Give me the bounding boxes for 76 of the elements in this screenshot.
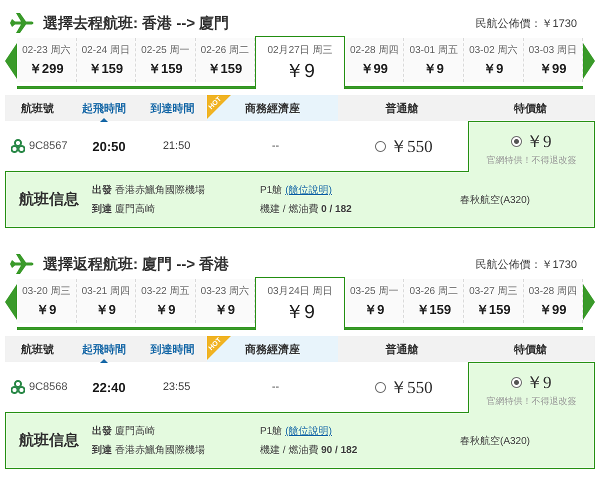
section-title: 選擇去程航班: 香港 --> 廈門 [43,14,230,32]
column-header[interactable]: 起飛時間 [82,100,126,116]
plane-icon [9,13,35,33]
column-header[interactable]: 到達時間 [150,100,194,116]
date-tab[interactable]: 02-28 周四 ￥99 [344,38,404,82]
fees: 機建 / 燃油費 0 / 182 [260,202,353,216]
date-tab[interactable]: 02-26 周二 ￥159 [196,38,256,82]
date-tab[interactable]: 03-28 周四 ￥99 [524,279,584,323]
date-tab[interactable]: 03-02 周六 ￥9 [464,38,524,82]
plane-icon [9,254,35,274]
column-header[interactable]: 起飛時間 [82,342,126,356]
column-header: 普通艙 [385,101,418,116]
fees: 機建 / 燃油費 90 / 182 [260,444,358,457]
previous-arrow[interactable] [5,284,17,320]
departure-time: 22:40 [92,380,126,394]
airline-aircraft: 春秋航空(A320) [460,434,530,448]
column-header: 普通艙 [385,342,418,356]
airline-logo-icon [11,380,25,394]
next-arrow[interactable] [583,43,595,79]
date-tab[interactable]: 02月27日 周三 ￥9 [255,36,345,89]
previous-arrow[interactable] [5,43,17,79]
arrival-time: 23:55 [162,381,190,393]
arrival-time: 21:50 [162,140,190,152]
business-fare: -- [272,140,280,152]
date-tab[interactable]: 03-27 周三 ￥159 [464,279,524,323]
date-tab[interactable]: 03-01 周五 ￥9 [404,38,464,82]
fare-note: 官網特供！不得退改簽 [486,395,576,408]
date-tab[interactable]: 03月24日 周日 ￥9 [255,277,345,330]
business-fare: -- [272,381,280,393]
date-tab[interactable]: 03-21 周四 ￥9 [76,279,136,323]
cabin-info-link[interactable]: (艙位說明) [285,183,332,197]
official-price: 民航公佈價：￥1730 [476,258,577,272]
sort-caret-icon [100,358,108,362]
info-heading: 航班信息 [18,190,80,209]
date-tab[interactable]: 03-22 周五 ￥9 [136,279,196,323]
column-header: 商務經濟座 [244,102,300,116]
fare-radio[interactable] [375,140,386,152]
date-tab[interactable]: 02-23 周六 ￥299 [17,38,77,82]
arrival-airport: 到達 廈門高崎 [92,202,156,216]
date-tab[interactable]: 03-26 周二 ￥159 [404,279,464,323]
fare-price: ￥9 [526,131,552,153]
column-header[interactable]: 到達時間 [150,342,194,356]
sort-caret-icon [100,118,108,122]
date-tab[interactable]: 03-25 周一 ￥9 [344,279,404,323]
fare-radio[interactable] [511,136,522,147]
fare-radio[interactable] [511,377,522,388]
airline-logo-icon [11,139,25,153]
flight-number: 9C8568 [29,381,68,393]
column-header: 商務經濟座 [244,342,300,356]
fare-price: ￥550 [390,376,433,398]
date-tab[interactable]: 02-24 周日 ￥159 [76,38,136,82]
info-heading: 航班信息 [18,431,80,450]
fare-price: ￥550 [390,136,433,158]
column-header: 航班號 [21,102,54,116]
departure-airport: 出發 廈門高崎 [92,424,156,438]
departure-airport: 出發 香港赤鱲角國際機場 [92,184,206,197]
section-title: 選擇返程航班: 廈門 --> 香港 [43,254,230,274]
arrival-airport: 到達 香港赤鱲角國際機場 [92,444,206,457]
date-tab[interactable]: 03-03 周日 ￥99 [524,38,584,82]
column-header: 特價艙 [514,342,548,356]
fare-price: ￥9 [526,372,552,394]
cabin-class: P1艙 [260,425,282,438]
date-tab[interactable]: 03-23 周六 ￥9 [196,279,256,323]
column-header: 航班號 [21,342,54,356]
date-tab[interactable]: 02-25 周一 ￥159 [136,38,196,82]
column-header: 特價艙 [514,102,548,116]
airline-aircraft: 春秋航空(A320) [460,194,530,206]
departure-time: 20:50 [92,138,126,154]
official-price: 民航公佈價：￥1730 [476,16,577,30]
flight-number: 9C8567 [29,140,68,152]
fare-note: 官網特供！不得退改簽 [486,154,576,167]
fare-radio[interactable] [375,382,386,392]
next-arrow[interactable] [583,284,595,320]
date-tab[interactable]: 03-20 周三 ￥9 [17,279,77,323]
cabin-class: P1艙 [260,184,282,197]
cabin-info-link[interactable]: (艙位說明) [285,424,332,438]
